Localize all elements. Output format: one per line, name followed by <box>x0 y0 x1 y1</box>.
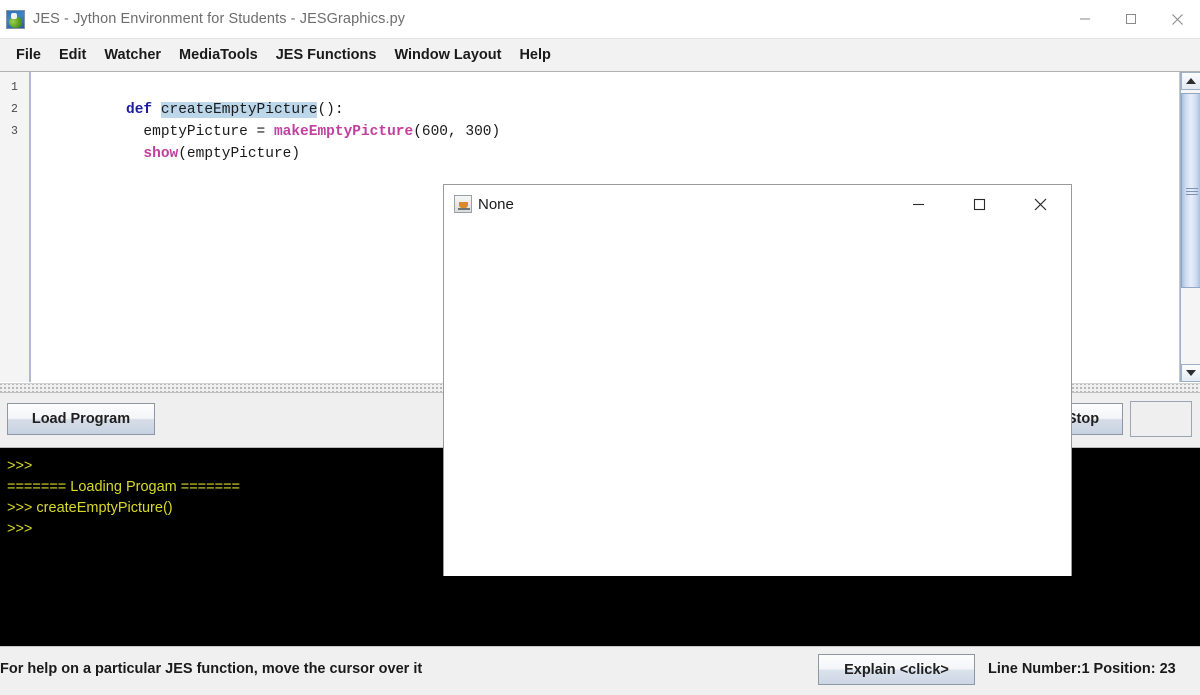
code-token-function: show <box>143 146 179 162</box>
dialog-minimize-icon[interactable] <box>888 185 949 223</box>
picture-dialog[interactable]: None <box>443 184 1072 576</box>
scrollbar-grip-icon <box>1186 187 1198 195</box>
menu-item-help[interactable]: Help <box>510 44 559 66</box>
java-cup-icon <box>454 195 472 213</box>
scrollbar-thumb[interactable] <box>1181 93 1200 288</box>
line-number-gutter: 1 2 3 <box>0 72 30 382</box>
code-token-plain: emptyPicture = <box>126 124 274 140</box>
code-token-plain: (600, 300) <box>413 124 501 140</box>
code-token-plain: (emptyPicture) <box>178 146 301 162</box>
line-number: 3 <box>11 125 18 138</box>
dialog-close-icon[interactable] <box>1010 185 1071 223</box>
line-number: 1 <box>11 81 18 94</box>
picture-canvas[interactable] <box>444 223 1071 576</box>
window-title: JES - Jython Environment for Students - … <box>33 11 406 27</box>
scrollbar-track[interactable] <box>1181 90 1200 364</box>
scroll-up-icon[interactable] <box>1181 72 1200 90</box>
code-token-plain: (): <box>317 102 344 118</box>
cursor-position-label: Line Number:1 Position: 23 <box>988 661 1176 677</box>
code-token-selected-name: createEmptyPicture <box>160 102 318 118</box>
minimize-icon[interactable] <box>1062 0 1108 38</box>
code-token-function: makeEmptyPicture <box>273 124 414 140</box>
window-titlebar: JES - Jython Environment for Students - … <box>0 0 1200 38</box>
close-icon[interactable] <box>1154 0 1200 38</box>
menu-item-watcher[interactable]: Watcher <box>95 44 170 66</box>
window-controls <box>1062 0 1200 38</box>
maximize-icon[interactable] <box>1108 0 1154 38</box>
line-number: 2 <box>11 103 18 116</box>
menu-item-file[interactable]: File <box>7 44 50 66</box>
dialog-window-controls <box>888 185 1071 223</box>
dialog-maximize-icon[interactable] <box>949 185 1010 223</box>
editor-vertical-scrollbar[interactable] <box>1180 72 1200 382</box>
menu-item-mediatools[interactable]: MediaTools <box>170 44 267 66</box>
code-token-keyword: def <box>126 102 153 118</box>
load-program-button[interactable]: Load Program <box>7 403 155 435</box>
menu-item-window-layout[interactable]: Window Layout <box>385 44 510 66</box>
dialog-title: None <box>478 195 514 213</box>
jes-application-window: JES - Jython Environment for Students - … <box>0 0 1200 695</box>
menu-item-jes-functions[interactable]: JES Functions <box>267 44 386 66</box>
scroll-down-icon[interactable] <box>1181 364 1200 382</box>
statusbar: For help on a particular JES function, m… <box>0 646 1200 695</box>
jes-app-icon <box>6 9 25 29</box>
menu-item-edit[interactable]: Edit <box>50 44 95 66</box>
help-hint-text: For help on a particular JES function, m… <box>0 661 423 677</box>
explain-button[interactable]: Explain <click> <box>818 654 975 685</box>
toolbar-extra-button[interactable] <box>1130 401 1192 437</box>
code-line: def createEmptyPicture(): <box>39 77 1179 118</box>
dialog-titlebar: None <box>444 185 1071 223</box>
menubar: File Edit Watcher MediaTools JES Functio… <box>0 38 1200 70</box>
